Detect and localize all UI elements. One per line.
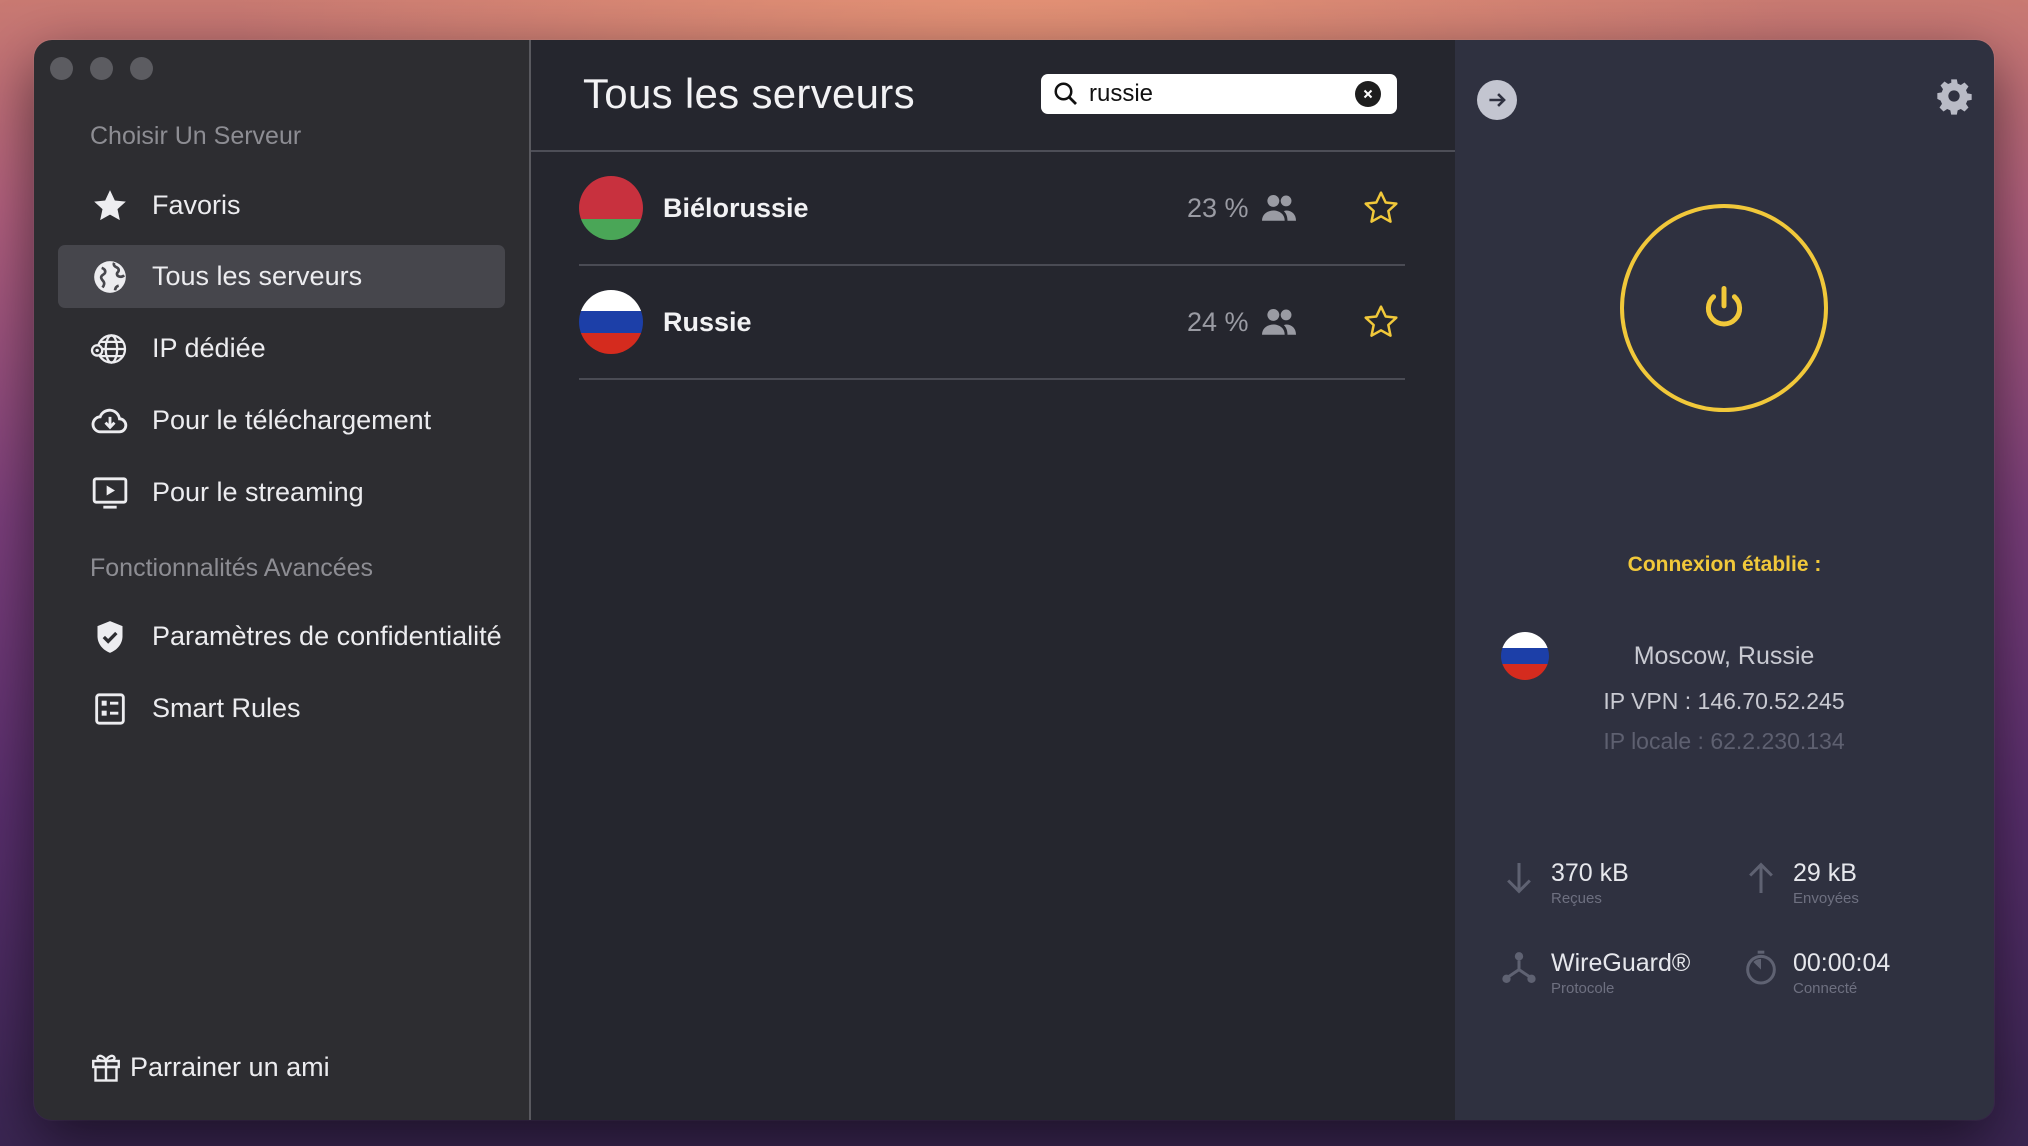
sidebar-item-download[interactable]: Pour le téléchargement	[58, 389, 505, 452]
sidebar-item-label: Pour le streaming	[152, 477, 364, 507]
collapse-panel-button[interactable]	[1477, 80, 1517, 120]
sidebar-item-dedicated-ip[interactable]: IP dédiée	[58, 317, 505, 380]
stat-value: WireGuard®	[1551, 949, 1691, 977]
arrow-down-icon	[1507, 863, 1531, 894]
arrow-up-icon	[1749, 862, 1773, 893]
referral-label: Parrainer un ami	[130, 1051, 330, 1082]
sidebar-item-label: Favoris	[152, 190, 241, 220]
play-screen-icon	[88, 471, 132, 515]
stat-value: 29 kB	[1793, 859, 1857, 887]
gear-icon[interactable]	[1934, 76, 1974, 116]
clear-search-button[interactable]	[1355, 81, 1381, 107]
sidebar-item-label: Paramètres de confidentialité	[152, 621, 502, 651]
stat-label: Connecté	[1793, 980, 1858, 997]
sidebar-item-streaming[interactable]: Pour le streaming	[58, 461, 505, 524]
globe-icon	[88, 255, 132, 299]
sidebar-item-privacy-settings[interactable]: Paramètres de confidentialité	[58, 605, 505, 668]
server-name: Russie	[663, 306, 752, 337]
connection-panel: Connexion établie : Moscow, Russie IP VP…	[1455, 40, 1994, 1120]
window-controls	[50, 57, 153, 80]
sidebar-item-label: IP dédiée	[152, 333, 266, 363]
gift-icon	[92, 1054, 120, 1082]
arrow-right-icon	[1489, 93, 1506, 107]
close-icon	[1363, 89, 1373, 99]
rules-icon	[88, 687, 132, 731]
vpn-ip: IP VPN : 146.70.52.245	[1603, 688, 1845, 714]
sidebar-item-all-servers[interactable]: Tous les serveurs	[58, 245, 505, 308]
sidebar: Choisir Un Serveur Favoris Tous les serv…	[34, 40, 531, 1120]
sidebar-item-label: Smart Rules	[152, 693, 301, 723]
stat-label: Protocole	[1551, 980, 1615, 997]
timer-icon	[1746, 950, 1776, 985]
shield-check-icon	[88, 615, 132, 659]
section-title-choose: Choisir Un Serveur	[90, 122, 302, 150]
flag-russia	[579, 290, 643, 354]
protocol-icon	[1502, 952, 1536, 983]
power-icon	[1705, 286, 1743, 327]
page-title: Tous les serveurs	[583, 70, 915, 117]
stat-sent: 29 kB Envoyées	[1741, 858, 1859, 907]
stat-connected-time: 00:00:04 Connecté	[1741, 948, 1890, 997]
search-icon	[1054, 82, 1077, 105]
connection-status: Connexion établie :	[1627, 553, 1822, 576]
search-box	[1041, 74, 1397, 114]
server-name: Biélorussie	[663, 192, 809, 223]
stat-value: 00:00:04	[1793, 949, 1891, 977]
local-ip: IP locale : 62.2.230.134	[1603, 728, 1845, 754]
server-list-pane: Tous les serveurs Biélorussie 23 %	[531, 40, 1455, 1120]
server-load: 24 %	[1187, 306, 1249, 337]
favorite-star-icon[interactable]	[1361, 302, 1401, 342]
referral-link[interactable]: Parrainer un ami	[88, 1049, 330, 1085]
star-icon	[88, 184, 132, 228]
minimize-window-button[interactable]	[90, 57, 113, 80]
app-window: Choisir Un Serveur Favoris Tous les serv…	[34, 40, 1994, 1120]
sidebar-item-label: Pour le téléchargement	[152, 405, 432, 435]
stat-protocol: WireGuard® Protocole	[1499, 948, 1690, 997]
users-icon	[1262, 194, 1296, 221]
section-title-advanced: Fonctionnalités Avancées	[90, 554, 374, 582]
power-button[interactable]	[1620, 204, 1828, 412]
users-icon	[1262, 308, 1296, 335]
zoom-window-button[interactable]	[130, 57, 153, 80]
cloud-download-icon	[88, 399, 132, 443]
stat-label: Reçues	[1551, 890, 1602, 907]
stat-label: Envoyées	[1793, 890, 1859, 907]
sidebar-item-favorites[interactable]: Favoris	[58, 174, 505, 237]
server-row-russia[interactable]: Russie 24 %	[579, 266, 1405, 380]
server-row-belarus[interactable]: Biélorussie 23 %	[579, 152, 1405, 266]
close-window-button[interactable]	[50, 57, 73, 80]
sidebar-item-smart-rules[interactable]: Smart Rules	[58, 677, 505, 740]
sidebar-item-label: Tous les serveurs	[152, 261, 363, 291]
stat-value: 370 kB	[1551, 859, 1629, 887]
search-input[interactable]	[1089, 80, 1349, 108]
flag-belarus	[579, 176, 643, 240]
server-load: 23 %	[1187, 192, 1249, 223]
connected-location: Moscow, Russie	[1633, 642, 1815, 670]
favorite-star-icon[interactable]	[1361, 188, 1401, 228]
stat-received: 370 kB Reçues	[1499, 858, 1629, 907]
globe-pin-icon	[88, 327, 132, 371]
